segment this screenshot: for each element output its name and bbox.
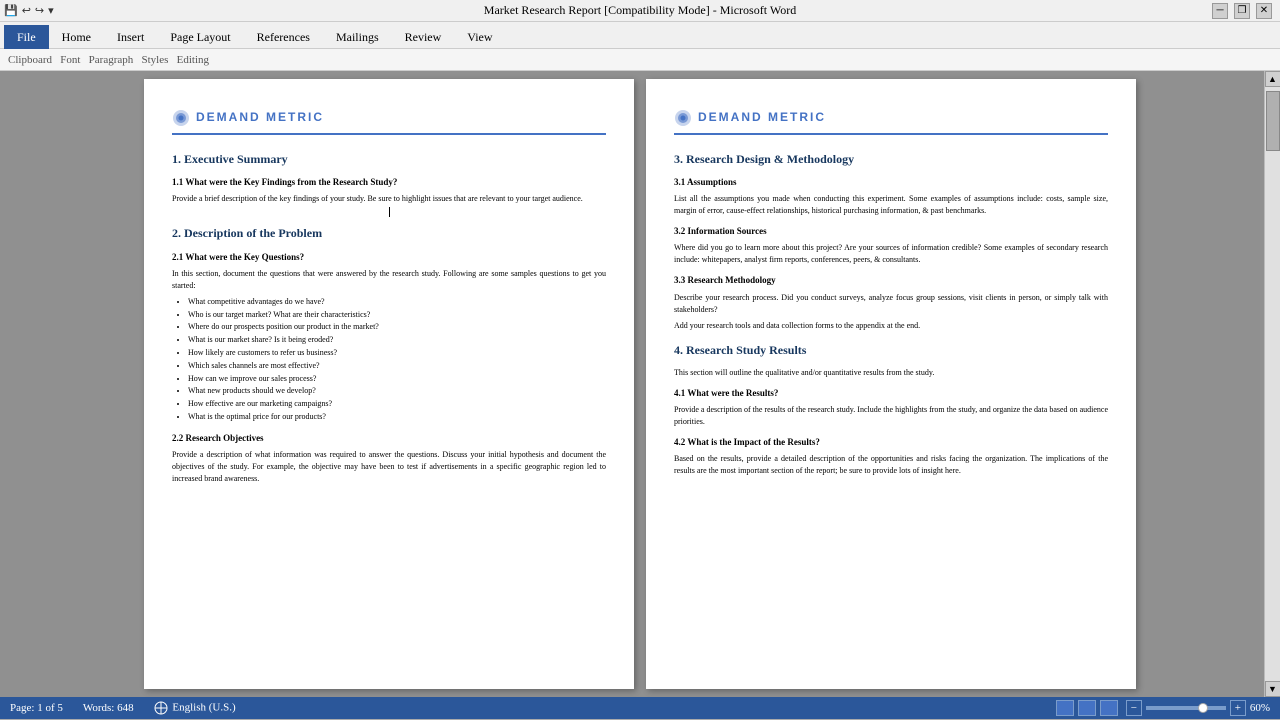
left-page[interactable]: Demand Metric 1. Executive Summary 1.1 W… [144,79,634,689]
tab-mailings[interactable]: Mailings [323,25,392,49]
sub1-body: Provide a brief description of the key f… [172,193,606,205]
left-logo-icon [172,109,190,127]
bullet-item-1: What competitive advantages do we have? [188,296,606,309]
bullet-item-2: Who is our target market? What are their… [188,309,606,322]
sub33-body2: Add your research tools and data collect… [674,320,1108,332]
sub33-heading: 3.3 Research Methodology [674,274,1108,287]
bullet-item-10: What is the optimal price for our produc… [188,411,606,424]
left-logo-text: Demand Metric [196,109,324,126]
window-controls[interactable]: ─ ❐ ✕ [1212,3,1272,19]
right-logo-icon [674,109,692,127]
tab-review[interactable]: Review [392,25,455,49]
zoom-level: 60% [1250,702,1270,714]
save-btn[interactable]: 💾 [4,4,18,17]
quick-access-toolbar[interactable]: 💾 ↩ ↪ ▾ [4,4,54,17]
title-bar: 💾 ↩ ↪ ▾ Market Research Report [Compatib… [0,0,1280,22]
bullet-item-6: Which sales channels are most effective? [188,360,606,373]
sub42-heading: 4.2 What is the Impact of the Results? [674,436,1108,449]
document-area: Demand Metric 1. Executive Summary 1.1 W… [0,71,1280,697]
bullet-item-7: How can we improve our sales process? [188,373,606,386]
ribbon: File Home Insert Page Layout References … [0,22,1280,71]
sub41-heading: 4.1 What were the Results? [674,387,1108,400]
undo-btn[interactable]: ↩ [22,4,31,17]
bullet-item-9: How effective are our marketing campaign… [188,398,606,411]
language-icon [154,701,168,715]
scroll-thumb[interactable] [1266,91,1280,151]
language-indicator: English (U.S.) [154,701,236,715]
bullet-item-3: Where do our prospects position our prod… [188,321,606,334]
status-bar: Page: 1 of 5 Words: 648 English (U.S.) −… [0,697,1280,719]
scroll-down-arrow[interactable]: ▼ [1265,681,1280,697]
full-screen-btn[interactable] [1078,700,1096,716]
sub1-heading: 1.1 What were the Key Findings from the … [172,176,606,189]
sub3-body: Provide a description of what informatio… [172,449,606,485]
key-questions-list: What competitive advantages do we have? … [188,296,606,424]
sub42-body: Based on the results, provide a detailed… [674,453,1108,477]
sub3-heading: 2.2 Research Objectives [172,432,606,445]
ribbon-content: Clipboard Font Paragraph Styles Editing [0,48,1280,70]
view-icons [1056,700,1118,716]
tab-home[interactable]: Home [49,25,104,49]
bullet-item-8: What new products should we develop? [188,385,606,398]
section1-heading: 1. Executive Summary [172,151,606,168]
ribbon-tabs: File Home Insert Page Layout References … [0,22,1280,48]
close-btn[interactable]: ✕ [1256,3,1272,19]
window-title: Market Research Report [Compatibility Mo… [484,3,796,18]
customize-btn[interactable]: ▾ [48,4,54,17]
sub31-body: List all the assumptions you made when c… [674,193,1108,217]
tab-view[interactable]: View [454,25,505,49]
right-page[interactable]: Demand Metric 3. Research Design & Metho… [646,79,1136,689]
word-count: Words: 648 [83,702,134,714]
sub41-body: Provide a description of the results of … [674,404,1108,428]
status-right: − + 60% [1056,700,1270,716]
section2-heading: 2. Description of the Problem [172,225,606,242]
zoom-slider[interactable] [1146,706,1226,710]
section4-body: This section will outline the qualitativ… [674,367,1108,379]
right-logo-area: Demand Metric [674,109,1108,135]
zoom-out-btn[interactable]: − [1126,700,1142,716]
section3-heading: 3. Research Design & Methodology [674,151,1108,168]
zoom-in-btn[interactable]: + [1230,700,1246,716]
zoom-slider-thumb[interactable] [1198,703,1208,713]
left-logo-area: Demand Metric [172,109,606,135]
sub32-body: Where did you go to learn more about thi… [674,242,1108,266]
restore-btn[interactable]: ❐ [1234,3,1250,19]
sub31-heading: 3.1 Assumptions [674,176,1108,189]
tab-insert[interactable]: Insert [104,25,157,49]
print-layout-btn[interactable] [1056,700,1074,716]
sub32-heading: 3.2 Information Sources [674,225,1108,238]
zoom-controls: − + 60% [1126,700,1270,716]
minimize-btn[interactable]: ─ [1212,3,1228,19]
bullet-item-4: What is our market share? Is it being er… [188,334,606,347]
sub33-body1: Describe your research process. Did you … [674,292,1108,316]
ribbon-group-label: Clipboard Font Paragraph Styles Editing [8,54,209,66]
tab-page-layout[interactable]: Page Layout [157,25,243,49]
redo-btn[interactable]: ↪ [35,4,44,17]
tab-file[interactable]: File [4,25,49,49]
scrollbar-right[interactable]: ▲ ▼ [1264,71,1280,697]
language-text: English (U.S.) [172,702,235,714]
sub2-body: In this section, document the questions … [172,268,606,292]
right-logo-text: Demand Metric [698,109,826,126]
page-info: Page: 1 of 5 [10,702,63,714]
web-layout-btn[interactable] [1100,700,1118,716]
tab-references[interactable]: References [244,25,323,49]
section4-heading: 4. Research Study Results [674,342,1108,359]
sub2-heading: 2.1 What were the Key Questions? [172,251,606,264]
scroll-up-arrow[interactable]: ▲ [1265,71,1280,87]
bullet-item-5: How likely are customers to refer us bus… [188,347,606,360]
text-cursor [389,207,390,217]
